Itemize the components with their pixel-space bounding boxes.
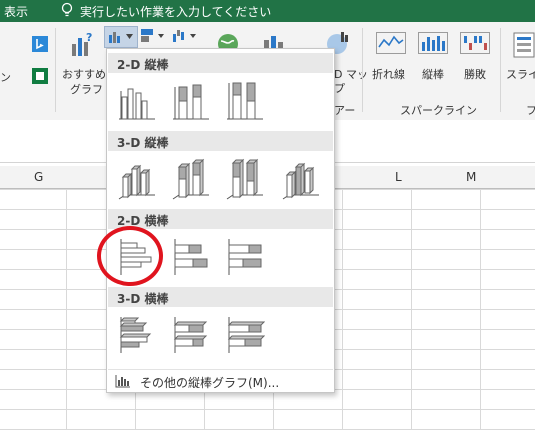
section-2d-column-title: 2-D 縦棒 — [117, 58, 169, 72]
stacked-column-option[interactable] — [171, 79, 211, 123]
3d-clustered-column-icon — [118, 164, 155, 200]
stacked-bar-option[interactable] — [171, 235, 211, 279]
sparkline-winloss-label[interactable]: 勝敗 — [464, 66, 486, 82]
filter-group-label: フ — [526, 104, 535, 117]
sparkline-winloss-icon[interactable] — [460, 32, 490, 54]
3d-stacked-bar-option[interactable] — [171, 313, 211, 357]
tab-view[interactable]: 表示 — [4, 3, 28, 20]
hierarchy-chart-icon[interactable] — [140, 28, 166, 44]
slicer-label[interactable]: スライ — [506, 66, 535, 82]
100-stacked-column-icon — [227, 82, 263, 120]
stacked-bar-icon — [174, 239, 208, 275]
slicer-icon[interactable] — [513, 32, 535, 58]
column-chart-dropdown: 2-D 縦棒 3-D 縦棒 2-D 横棒 3-D 横棒 その他の縦棒グラフ(M)… — [106, 48, 335, 393]
more-charts-icon — [115, 375, 130, 388]
column-chart-icon — [109, 32, 120, 43]
chevron-down-icon — [126, 34, 133, 39]
sparkline-column-icon[interactable] — [418, 32, 448, 54]
ribbon-separator — [55, 28, 56, 112]
sparkline-column-label[interactable]: 縦棒 — [422, 66, 444, 82]
section-3d-column-title: 3-D 縦棒 — [117, 136, 169, 150]
more-column-charts-label[interactable]: その他の縦棒グラフ(M)... — [140, 374, 279, 391]
stacked-column-icon — [173, 84, 209, 120]
waterfall-chart-icon[interactable] — [172, 28, 198, 44]
sparklines-group-label: スパークライン — [400, 104, 477, 117]
3d-column-icon — [282, 162, 319, 200]
highlight-circle — [97, 226, 163, 286]
tours-group-label: アー — [334, 104, 356, 117]
addin-icon[interactable] — [32, 68, 48, 84]
column-header-m[interactable]: M — [466, 170, 476, 184]
section-2d-bar: 2-D 横棒 — [108, 209, 333, 229]
section-3d-bar: 3-D 横棒 — [108, 287, 333, 307]
3d-100-stacked-bar-option[interactable] — [225, 313, 266, 357]
bing-icon[interactable] — [32, 36, 48, 52]
title-bar: 表示 実行したい作業を入力してください — [0, 0, 535, 22]
3d-stacked-bar-icon — [173, 317, 208, 353]
100-stacked-bar-option[interactable] — [225, 235, 265, 279]
3d-100-stacked-bar-icon — [227, 317, 266, 353]
100-stacked-bar-icon — [228, 239, 262, 275]
column-header-l[interactable]: L — [395, 170, 402, 184]
3d-100-stacked-column-option[interactable] — [225, 157, 265, 201]
sparkline-line-label[interactable]: 折れ線 — [372, 66, 405, 82]
ribbon-separator — [362, 28, 363, 112]
sparkline-line-icon[interactable] — [376, 32, 406, 54]
3d-100-stacked-column-icon — [226, 158, 263, 200]
ribbon-partial-label: ン — [0, 71, 11, 84]
section-3d-bar-title: 3-D 横棒 — [117, 292, 169, 306]
3d-clustered-column-option[interactable] — [117, 157, 157, 201]
recommended-charts-label-2[interactable]: グラフ — [70, 81, 103, 97]
clustered-column-icon — [119, 88, 155, 120]
3d-stacked-column-option[interactable] — [171, 157, 211, 201]
tell-me-box[interactable]: 実行したい作業を入力してください — [80, 3, 271, 20]
section-2d-column: 2-D 縦棒 — [108, 53, 333, 73]
3d-clustered-bar-icon — [119, 317, 152, 353]
recommended-charts-icon[interactable]: ? — [68, 30, 96, 60]
column-chart-button[interactable] — [104, 26, 138, 48]
100-stacked-column-option[interactable] — [225, 79, 265, 123]
3d-clustered-bar-option[interactable] — [117, 313, 157, 357]
3d-map-label-2[interactable]: プ — [334, 80, 345, 96]
section-3d-column: 3-D 縦棒 — [108, 131, 333, 151]
lightbulb-icon — [61, 2, 73, 17]
svg-text:?: ? — [86, 31, 92, 44]
column-header-g[interactable]: G — [34, 170, 43, 184]
more-column-charts-row[interactable]: その他の縦棒グラフ(M)... — [108, 369, 333, 392]
clustered-column-option[interactable] — [117, 79, 157, 123]
3d-stacked-column-icon — [172, 158, 209, 200]
3d-column-option[interactable] — [281, 157, 321, 201]
recommended-charts-label-1[interactable]: おすすめ — [62, 66, 106, 82]
ribbon-separator — [500, 28, 501, 112]
